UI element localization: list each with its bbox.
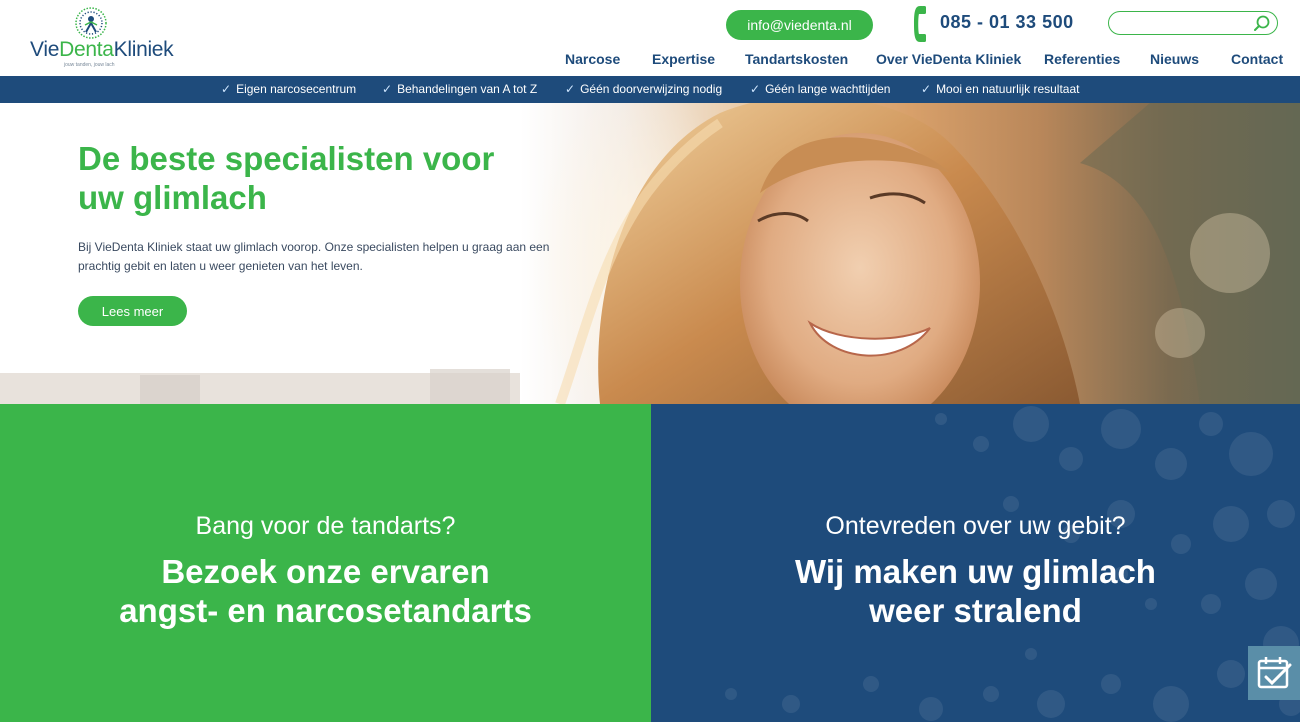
search-input[interactable] — [1117, 14, 1257, 32]
calendar-check-icon — [1257, 657, 1292, 689]
appointment-button[interactable] — [1248, 646, 1300, 700]
panel-smile-title-line2: weer stralend — [869, 592, 1082, 629]
panel-smile[interactable]: Ontevreden over uw gebit? Wij maken uw g… — [651, 404, 1300, 722]
benefit-label: Behandelingen van A tot Z — [397, 82, 538, 96]
hero-title: De beste specialisten voor uw glimlach — [78, 139, 598, 217]
nav-item-tandartskosten[interactable]: Tandartskosten — [745, 51, 848, 67]
benefit-item: ✓ Géén lange wachttijden — [750, 82, 890, 96]
benefit-label: Mooi en natuurlijk resultaat — [936, 82, 1080, 96]
hero-title-line2: uw glimlach — [78, 179, 267, 216]
nav-item-over[interactable]: Over VieDenta Kliniek — [876, 51, 1021, 67]
check-icon: ✓ — [921, 82, 932, 96]
hero-text: Bij VieDenta Kliniek staat uw glimlach v… — [78, 238, 558, 276]
hero-text-line2: prachtig gebit en laten u weer genieten … — [78, 259, 363, 273]
benefit-item: ✓ Mooi en natuurlijk resultaat — [921, 82, 1079, 96]
panel-smile-title: Wij maken uw glimlach weer stralend — [651, 552, 1300, 630]
check-icon: ✓ — [750, 82, 761, 96]
check-icon: ✓ — [221, 82, 232, 96]
panel-anxiety[interactable]: Bang voor de tandarts? Bezoek onze ervar… — [0, 404, 651, 722]
page: VieDentaKliniek jouw tanden, jouw lach i… — [0, 0, 1300, 722]
panel-anxiety-title-line1: Bezoek onze ervaren — [161, 553, 490, 590]
search-icon[interactable] — [1253, 14, 1271, 32]
email-button[interactable]: info@viedenta.nl — [726, 10, 873, 40]
benefit-item: ✓ Behandelingen van A tot Z — [382, 82, 537, 96]
nav-item-narcose[interactable]: Narcose — [565, 51, 620, 67]
check-icon: ✓ — [382, 82, 393, 96]
read-more-button[interactable]: Lees meer — [78, 296, 187, 326]
benefit-item: ✓ Eigen narcosecentrum — [221, 82, 356, 96]
nav-item-referenties[interactable]: Referenties — [1044, 51, 1120, 67]
hero-title-line1: De beste specialisten voor — [78, 140, 495, 177]
benefit-label: Géén lange wachttijden — [765, 82, 891, 96]
phone-icon — [914, 6, 926, 42]
benefits-bar: ✓ Eigen narcosecentrum ✓ Behandelingen van… — [0, 76, 1300, 103]
hero-text-line1: Bij VieDenta Kliniek staat uw glimlach v… — [78, 240, 550, 254]
hero-section: De beste specialisten voor uw glimlach B… — [0, 103, 1300, 404]
main-nav: Narcose Expertise Tandartskosten Over Vi… — [0, 51, 1300, 71]
benefit-label: Géén doorverwijzing nodig — [580, 82, 723, 96]
benefit-label: Eigen narcosecentrum — [236, 82, 357, 96]
panel-anxiety-title-line2: angst- en narcosetandarts — [119, 592, 532, 629]
panel-smile-title-line1: Wij maken uw glimlach — [795, 553, 1156, 590]
benefit-item: ✓ Géén doorverwijzing nodig — [565, 82, 722, 96]
nav-item-nieuws[interactable]: Nieuws — [1150, 51, 1199, 67]
site-header: VieDentaKliniek jouw tanden, jouw lach i… — [0, 0, 1300, 76]
nav-item-contact[interactable]: Contact — [1231, 51, 1283, 67]
logo-mark-icon — [75, 7, 107, 39]
phone-number[interactable]: 085 - 01 33 500 — [940, 12, 1074, 33]
panel-anxiety-subtitle: Bang voor de tandarts? — [195, 512, 456, 540]
check-icon: ✓ — [565, 82, 576, 96]
panel-smile-subtitle: Ontevreden over uw gebit? — [825, 512, 1126, 540]
panel-anxiety-title: Bezoek onze ervaren angst- en narcosetan… — [0, 552, 651, 630]
search-box — [1108, 11, 1278, 35]
nav-item-expertise[interactable]: Expertise — [652, 51, 715, 67]
